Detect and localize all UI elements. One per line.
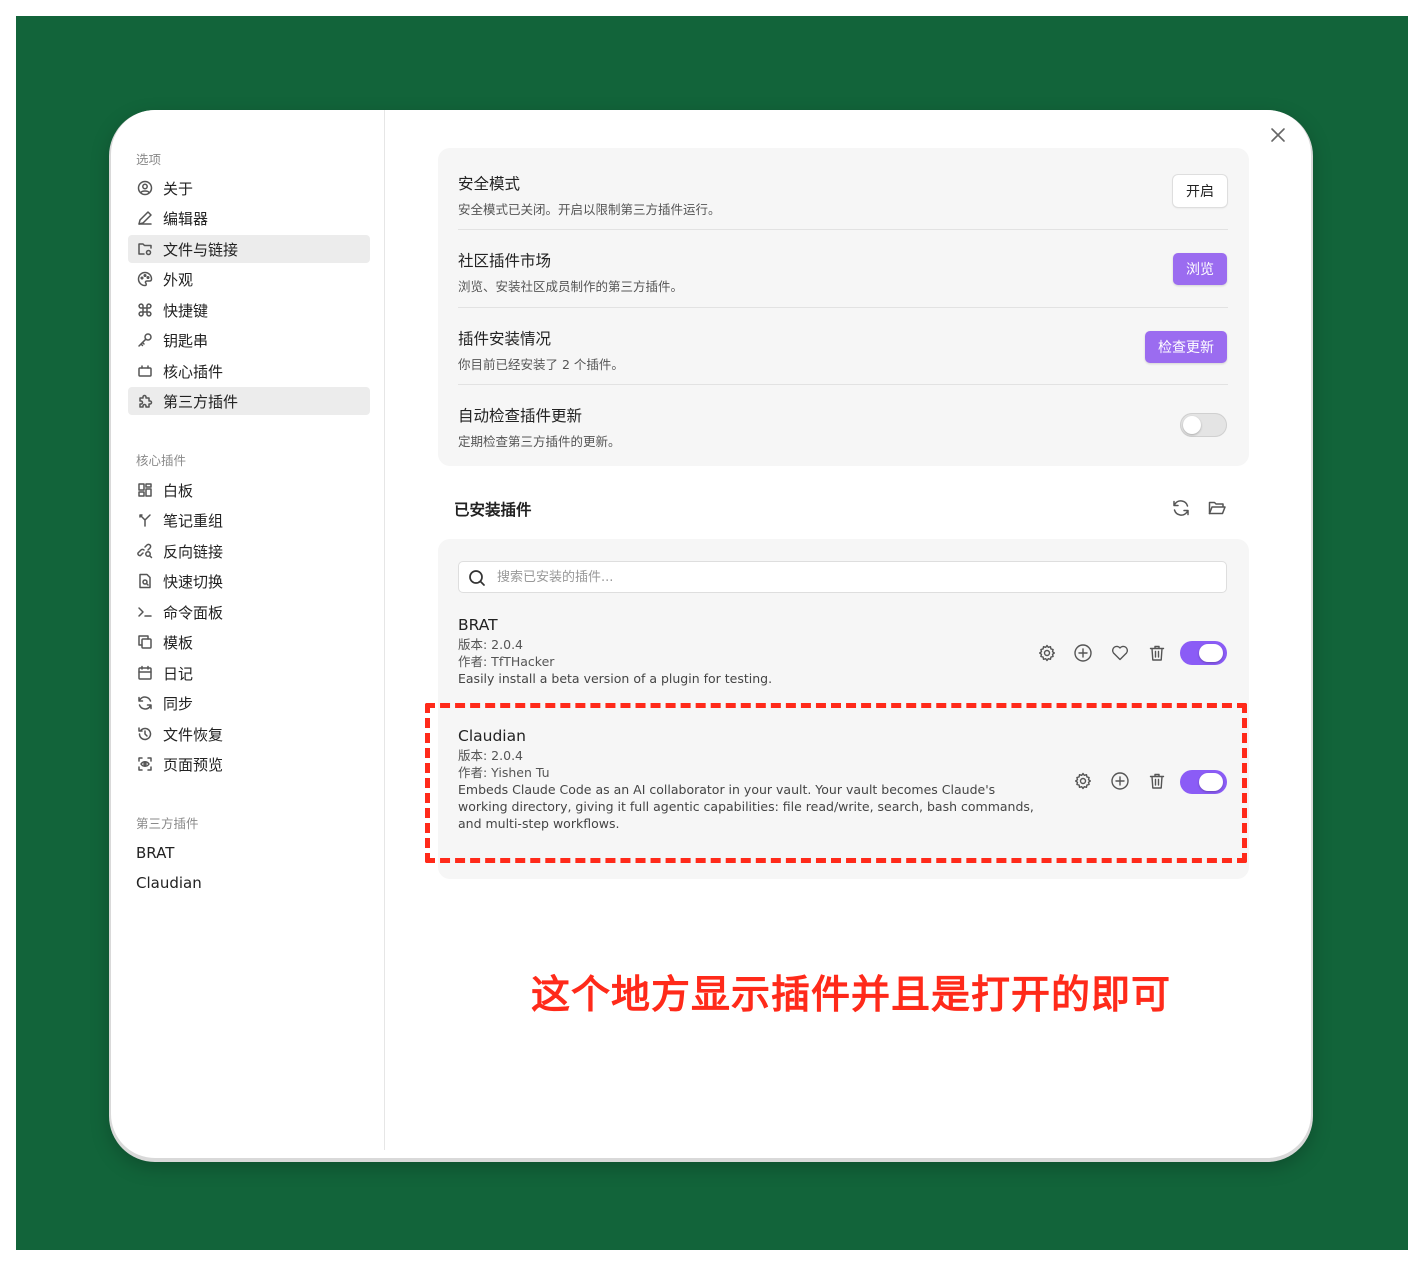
command-icon bbox=[136, 301, 154, 319]
user-circle-icon bbox=[136, 179, 154, 197]
plugin-desc: Easily install a beta version of a plugi… bbox=[458, 671, 773, 686]
sidebar-item-label: 快速切换 bbox=[163, 572, 224, 591]
sidebar-plugin-brat[interactable]: BRAT bbox=[136, 844, 174, 862]
sidebar-item-label: 页面预览 bbox=[163, 755, 224, 774]
plugin-version: 版本: 2.0.4 bbox=[458, 637, 523, 652]
settings-gear-icon[interactable] bbox=[1037, 643, 1057, 663]
calendar-icon bbox=[136, 664, 154, 682]
sidebar-item-core-plugins[interactable]: 核心插件 bbox=[128, 357, 370, 385]
brat-enable-toggle[interactable] bbox=[1180, 641, 1227, 665]
terminal-icon bbox=[136, 603, 154, 621]
plugin-search[interactable] bbox=[458, 561, 1227, 593]
sidebar-item-label: 笔记重组 bbox=[163, 511, 224, 530]
sidebar-item-canvas[interactable]: 白板 bbox=[128, 476, 370, 504]
scan-eye-icon bbox=[136, 755, 154, 773]
sidebar-item-daily-notes[interactable]: 日记 bbox=[128, 659, 370, 687]
sidebar-item-label: 文件与链接 bbox=[163, 240, 239, 259]
pencil-icon bbox=[136, 209, 154, 227]
sidebar-plugin-claudian[interactable]: Claudian bbox=[136, 874, 202, 892]
sidebar-item-label: 日记 bbox=[163, 664, 194, 683]
close-icon[interactable] bbox=[1267, 124, 1289, 146]
palette-icon bbox=[136, 270, 154, 288]
sidebar-item-label: 快捷键 bbox=[163, 301, 209, 320]
section-title-options: 选项 bbox=[136, 152, 162, 167]
annotation-text: 这个地方显示插件并且是打开的即可 bbox=[531, 973, 1172, 1018]
sidebar-item-command-palette[interactable]: 命令面板 bbox=[128, 598, 370, 626]
settings-modal: 选项 关于 编辑器 文件与链接 外观 快捷键 钥匙串 核心插件 第三方插件 核心… bbox=[111, 110, 1311, 1158]
sidebar-item-label: 编辑器 bbox=[163, 209, 209, 228]
plugin-settings-card: 安全模式 安全模式已关闭。开启以限制第三方插件运行。 开启 社区插件市场 浏览、… bbox=[438, 148, 1249, 466]
divider bbox=[458, 384, 1228, 385]
sidebar-item-label: 命令面板 bbox=[163, 603, 224, 622]
link-search-icon bbox=[136, 542, 154, 560]
check-updates-button[interactable]: 检查更新 bbox=[1145, 331, 1227, 363]
sidebar-item-keychain[interactable]: 钥匙串 bbox=[128, 326, 370, 354]
sidebar-item-label: 模板 bbox=[163, 633, 194, 652]
section-title-core: 核心插件 bbox=[136, 453, 187, 468]
sidebar-item-quick-switcher[interactable]: 快速切换 bbox=[128, 567, 370, 595]
sidebar-item-label: 白板 bbox=[163, 481, 194, 500]
sidebar-item-label: 关于 bbox=[163, 179, 194, 198]
layout-dashboard-icon bbox=[136, 481, 154, 499]
divider bbox=[458, 229, 1228, 230]
heart-icon[interactable] bbox=[1110, 643, 1130, 663]
installs-desc: 你目前已经安装了 2 个插件。 bbox=[458, 357, 624, 372]
search-icon bbox=[469, 570, 485, 586]
toggle-knob bbox=[1183, 416, 1201, 434]
sidebar-item-label: 外观 bbox=[163, 270, 194, 289]
key-icon bbox=[136, 331, 154, 349]
sidebar-item-sync[interactable]: 同步 bbox=[128, 689, 370, 717]
sidebar-item-label: 反向链接 bbox=[163, 542, 224, 561]
annotation-highlight-box bbox=[425, 703, 1247, 863]
sidebar-item-backlinks[interactable]: 反向链接 bbox=[128, 537, 370, 565]
installs-title: 插件安装情况 bbox=[458, 330, 552, 348]
community-desc: 浏览、安装社区成员制作的第三方插件。 bbox=[458, 279, 684, 294]
sidebar-item-editor[interactable]: 编辑器 bbox=[128, 204, 370, 232]
sidebar-item-file-recovery[interactable]: 文件恢复 bbox=[128, 720, 370, 748]
safe-mode-button[interactable]: 开启 bbox=[1173, 175, 1227, 207]
merge-icon bbox=[136, 511, 154, 529]
safe-mode-title: 安全模式 bbox=[458, 175, 521, 193]
safe-mode-desc: 安全模式已关闭。开启以限制第三方插件运行。 bbox=[458, 202, 721, 217]
puzzle-icon bbox=[136, 392, 154, 410]
sidebar-item-note-composer[interactable]: 笔记重组 bbox=[128, 506, 370, 534]
divider bbox=[458, 307, 1228, 308]
folder-cog-icon bbox=[136, 240, 154, 258]
sidebar-item-label: 同步 bbox=[163, 694, 194, 713]
sidebar-item-templates[interactable]: 模板 bbox=[128, 628, 370, 656]
file-search-icon bbox=[136, 572, 154, 590]
sidebar-item-label: 钥匙串 bbox=[163, 331, 209, 350]
section-title-third-party: 第三方插件 bbox=[136, 816, 199, 831]
search-input[interactable] bbox=[497, 562, 1217, 592]
reload-icon[interactable] bbox=[1171, 498, 1191, 518]
toggle-knob bbox=[1199, 644, 1223, 662]
sidebar-item-about[interactable]: 关于 bbox=[128, 174, 370, 202]
auto-update-desc: 定期检查第三方插件的更新。 bbox=[458, 434, 621, 449]
plugin-author: 作者: TfTHacker bbox=[458, 654, 555, 669]
refresh-icon bbox=[136, 694, 154, 712]
sidebar-item-label: 第三方插件 bbox=[163, 392, 239, 411]
copy-icon bbox=[136, 633, 154, 651]
plus-circle-icon[interactable] bbox=[1073, 643, 1093, 663]
installed-plugins-title: 已安装插件 bbox=[454, 501, 532, 519]
sidebar-item-appearance[interactable]: 外观 bbox=[128, 265, 370, 293]
sidebar-item-hotkeys[interactable]: 快捷键 bbox=[128, 296, 370, 324]
sidebar-item-page-preview[interactable]: 页面预览 bbox=[128, 750, 370, 778]
trash-icon[interactable] bbox=[1147, 643, 1167, 663]
sidebar: 选项 关于 编辑器 文件与链接 外观 快捷键 钥匙串 核心插件 第三方插件 核心… bbox=[111, 110, 385, 1150]
folder-open-icon[interactable] bbox=[1207, 498, 1227, 518]
sidebar-item-label: 核心插件 bbox=[163, 362, 224, 381]
plugin-item-brat: BRAT 版本: 2.0.4 作者: TfTHacker Easily inst… bbox=[458, 616, 1058, 687]
plugin-name: BRAT bbox=[458, 616, 498, 634]
sidebar-item-label: 文件恢复 bbox=[163, 725, 224, 744]
sidebar-item-files-links[interactable]: 文件与链接 bbox=[128, 235, 370, 263]
auto-update-toggle[interactable] bbox=[1180, 413, 1227, 437]
plug-icon bbox=[136, 362, 154, 380]
auto-update-title: 自动检查插件更新 bbox=[458, 407, 583, 425]
browse-button[interactable]: 浏览 bbox=[1173, 253, 1227, 285]
sidebar-item-community-plugins[interactable]: 第三方插件 bbox=[128, 387, 370, 415]
community-title: 社区插件市场 bbox=[458, 252, 552, 270]
history-icon bbox=[136, 725, 154, 743]
